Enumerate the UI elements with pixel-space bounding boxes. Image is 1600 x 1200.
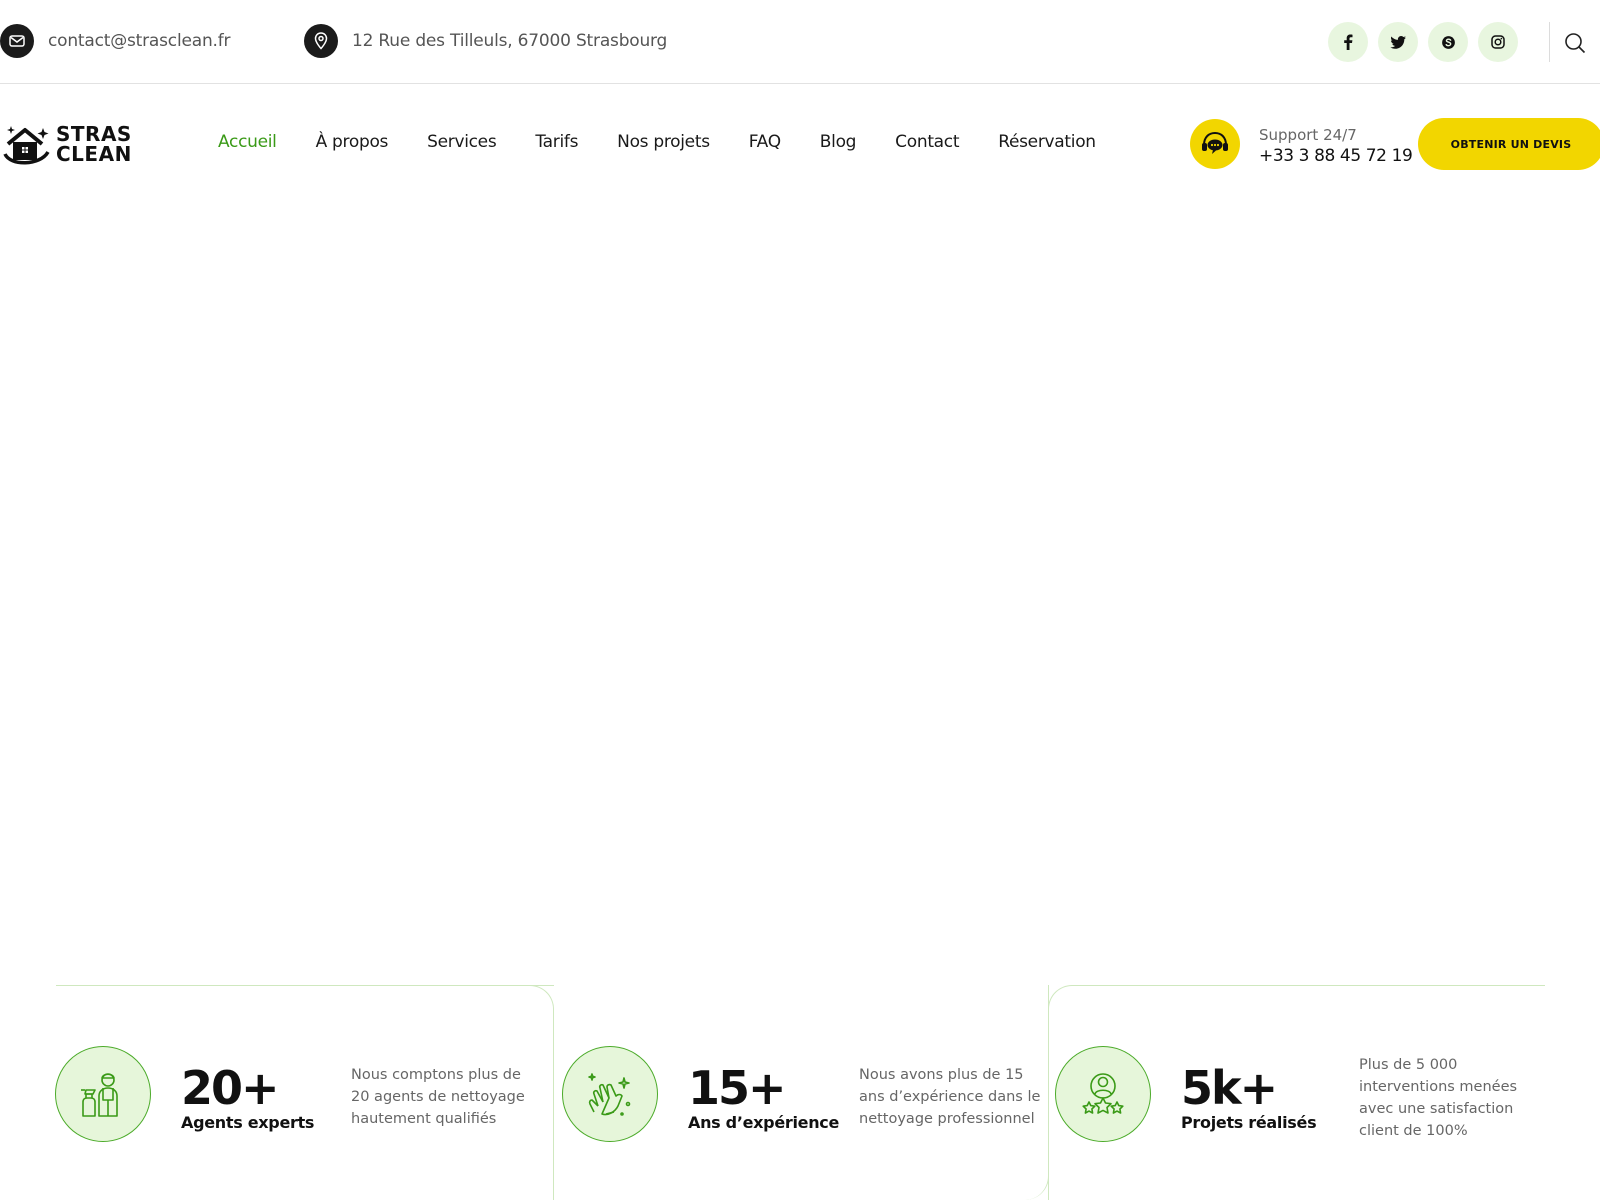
mail-icon [0,24,34,58]
stat-label: Ans d’expérience [688,1113,840,1132]
logo-text: STRAS CLEAN [56,124,132,164]
facebook-icon[interactable] [1328,22,1368,62]
main-nav: Accueil À propos Services Tarifs Nos pro… [218,132,1135,152]
email-contact[interactable]: contact@strasclean.fr [0,24,231,58]
stat-description: Nous comptons plus de 20 agents de netto… [351,1067,525,1127]
twitter-icon[interactable] [1378,22,1418,62]
nav-item-a-propos[interactable]: À propos [316,132,389,152]
support-phone[interactable]: +33 3 88 45 72 19 [1259,146,1413,166]
logo[interactable]: STRAS CLEAN [2,122,132,166]
stat-projects: 5k+ Projets réalisés Plus de 5 000 inter… [1048,985,1600,1200]
stat-experience: 15+ Ans d’expérience Nous avons plus de … [554,985,1048,1200]
nav-item-contact[interactable]: Contact [895,132,959,152]
nav-item-accueil[interactable]: Accueil [218,132,277,152]
clean-hands-icon [562,1046,658,1142]
address-contact: 12 Rue des Tilleuls, 67000 Strasbourg [304,24,667,58]
top-bar: contact@strasclean.fr 12 Rue des Tilleul… [0,0,1600,84]
nav-item-tarifs[interactable]: Tarifs [535,132,578,152]
nav-item-blog[interactable]: Blog [820,132,857,152]
search-icon[interactable] [1562,30,1588,56]
support-label: Support 24/7 [1259,126,1357,144]
logo-line-1: STRAS [56,122,132,146]
house-logo-icon [3,126,50,165]
stat-agents: 20+ Agents experts Nous comptons plus de… [0,985,554,1200]
nav-item-services[interactable]: Services [427,132,497,152]
stat-number: 5k+ [1181,1061,1278,1115]
skype-icon[interactable] [1428,22,1468,62]
instagram-icon[interactable] [1478,22,1518,62]
stat-description: Plus de 5 000 interventions menées avec … [1359,1057,1518,1139]
support-headset-icon [1190,119,1240,169]
customer-rating-icon [1055,1046,1151,1142]
stat-number: 15+ [688,1061,787,1115]
nav-item-reservation[interactable]: Réservation [998,132,1096,152]
stats-section: 20+ Agents experts Nous comptons plus de… [0,985,1600,1200]
nav-item-nos-projets[interactable]: Nos projets [617,132,710,152]
nav-item-faq[interactable]: FAQ [749,132,781,152]
divider [1549,22,1550,62]
address-text: 12 Rue des Tilleuls, 67000 Strasbourg [352,31,668,51]
social-links [1328,22,1518,62]
stat-label: Agents experts [181,1113,315,1132]
stat-number: 20+ [181,1061,280,1115]
main-header: STRAS CLEAN Accueil À propos Services Ta… [0,84,1600,204]
stat-label: Projets réalisés [1181,1113,1317,1132]
email-text[interactable]: contact@strasclean.fr [48,31,231,51]
map-pin-icon [304,24,338,58]
stat-description: Nous avons plus de 15 ans d’expérience d… [859,1067,1041,1127]
logo-line-2: CLEAN [56,142,132,166]
get-quote-button[interactable]: OBTENIR UN DEVIS [1418,118,1600,170]
cleaning-agent-icon [55,1046,151,1142]
